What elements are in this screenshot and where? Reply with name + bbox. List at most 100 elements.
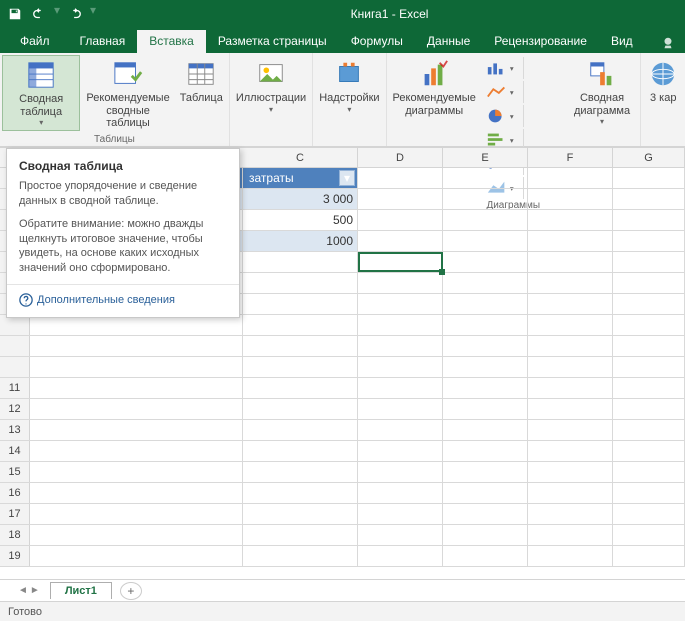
grid-cell[interactable] [613,168,685,188]
grid-cell[interactable] [358,231,443,251]
grid-cell[interactable] [443,210,528,230]
screentip-title: Сводная таблица [19,159,227,173]
recommended-pivot-label: Рекомендуемые сводные таблицы [86,92,169,130]
line-chart-button[interactable]: ▾ [482,81,524,103]
grid-cell[interactable] [443,168,528,188]
grid-cell[interactable] [358,210,443,230]
grid-cell[interactable] [613,252,685,272]
ribbon: Сводная таблица ▾ Рекомендуемые сводные … [0,53,685,147]
svg-text:▾: ▾ [510,112,514,121]
grid-cell[interactable] [358,189,443,209]
ribbon-group-tours: 3 кар [641,53,685,146]
grid-cell[interactable] [243,252,358,272]
filter-button-icon[interactable]: ▾ [339,170,355,186]
row-header[interactable]: 14 [0,441,30,461]
undo-button[interactable] [28,3,50,25]
column-chart-button[interactable]: ▾ [482,57,524,79]
pivot-chart-label: Сводная диаграмма [570,92,634,117]
row-header[interactable]: 19 [0,546,30,566]
row-header[interactable]: 16 [0,483,30,503]
grid-cell[interactable]: 3 000 [243,189,358,209]
screentip-panel: Сводная таблица Простое упорядочение и с… [6,148,240,318]
redo-button[interactable] [64,3,86,25]
chevron-down-icon: ▾ [347,105,351,114]
ribbon-group-charts: Рекомендуемые диаграммы ▾ ▾ ▾ ▾ ▾ ▾ Свод… [387,53,641,146]
col-header-d[interactable]: D [358,148,443,167]
qat-customize[interactable]: ▾ [90,3,96,25]
sheet-nav-next-icon[interactable]: ► [30,585,40,596]
row-header[interactable]: 15 [0,462,30,482]
addins-icon [333,58,365,90]
status-text: Готово [8,606,42,618]
ribbon-tabs: Файл Главная Вставка Разметка страницы Ф… [0,28,685,53]
table-label: Таблица [180,92,223,105]
grid-cell[interactable] [528,252,613,272]
grid-cell[interactable] [443,189,528,209]
grid-cell[interactable] [443,231,528,251]
row-header[interactable]: 12 [0,399,30,419]
sheet-nav-prev-icon[interactable]: ◄ [18,585,28,596]
grid-cell[interactable] [613,231,685,251]
tab-review[interactable]: Рецензирование [482,30,599,53]
window-title: Книга1 - Excel [98,7,681,21]
recommended-pivot-icon [112,58,144,90]
save-button[interactable] [4,3,26,25]
ribbon-group-addins: Надстройки ▾ [313,53,386,146]
row-header[interactable]: 11 [0,378,30,398]
tab-view[interactable]: Вид [599,30,645,53]
pivot-chart-button[interactable]: Сводная диаграмма ▾ [566,55,638,129]
3d-map-label: 3 кар [650,92,676,105]
tell-me-icon[interactable] [657,36,679,53]
recommended-charts-label: Рекомендуемые диаграммы [393,92,476,117]
col-header-e[interactable]: E [443,148,528,167]
grid-cell[interactable] [613,210,685,230]
grid-cell[interactable] [613,189,685,209]
illustrations-icon [255,58,287,90]
ribbon-group-illustrations: Иллюстрации ▾ [230,53,313,146]
worksheet-grid[interactable]: C D E F G е ▾ затраты ▾ 3 000 [0,147,685,579]
chevron-down-icon: ▾ [600,117,604,126]
col-header-f[interactable]: F [528,148,613,167]
chevron-down-icon: ▾ [39,118,43,127]
screentip-more-link[interactable]: Дополнительные сведения [7,284,239,307]
grid-cell[interactable] [528,231,613,251]
grid-cell[interactable] [528,168,613,188]
3d-map-button[interactable]: 3 кар [643,55,683,108]
pivot-chart-icon [586,58,618,90]
table-button[interactable]: Таблица [176,55,227,108]
addins-button[interactable]: Надстройки ▾ [315,55,383,117]
sheet-tab-bar: ◄ ► Лист1 + [0,579,685,601]
tab-data[interactable]: Данные [415,30,482,53]
screentip-text: Простое упорядочение и сведение данных в… [19,179,227,209]
grid-cell[interactable]: 500 [243,210,358,230]
recommended-charts-button[interactable]: Рекомендуемые диаграммы [389,55,480,120]
pie-chart-button[interactable]: ▾ [482,105,524,127]
grid-cell[interactable] [528,189,613,209]
pivot-table-button[interactable]: Сводная таблица ▾ [2,55,80,131]
grid-cell[interactable] [443,252,528,272]
group-tables-label: Таблицы [2,133,227,146]
tab-formulas[interactable]: Формулы [339,30,415,53]
tab-file[interactable]: Файл [8,30,62,53]
grid-cell[interactable]: 1000 [243,231,358,251]
col-header-c[interactable]: C [243,148,358,167]
row-header[interactable]: 17 [0,504,30,524]
grid-cell[interactable] [528,210,613,230]
recommended-pivot-button[interactable]: Рекомендуемые сводные таблицы [82,55,173,133]
tab-home[interactable]: Главная [68,30,138,53]
row-header[interactable]: 18 [0,525,30,545]
active-cell[interactable] [358,252,443,272]
help-icon [19,293,33,307]
tab-page-layout[interactable]: Разметка страницы [206,30,339,53]
illustrations-button[interactable]: Иллюстрации ▾ [232,55,310,117]
globe-icon [647,58,679,90]
add-sheet-button[interactable]: + [120,582,142,600]
qat-separator: ▾ [54,3,60,25]
sheet-tab[interactable]: Лист1 [50,582,112,599]
svg-text:▾: ▾ [510,64,514,73]
tab-insert[interactable]: Вставка [137,30,206,53]
table-header-cell[interactable]: затраты ▾ [243,168,358,188]
row-header[interactable]: 13 [0,420,30,440]
col-header-g[interactable]: G [613,148,685,167]
grid-cell[interactable] [358,168,443,188]
